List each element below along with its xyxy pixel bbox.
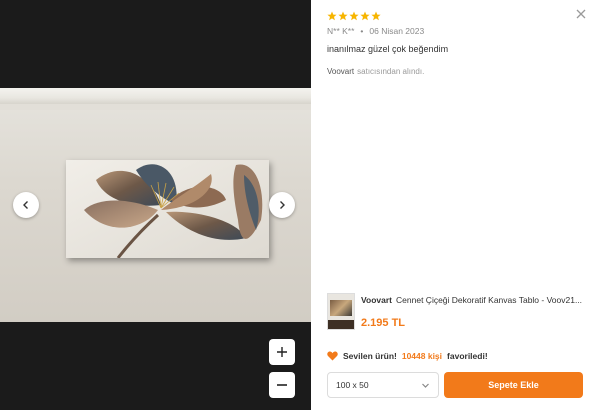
previous-image-button[interactable]: [13, 192, 39, 218]
ceiling-molding: [0, 88, 311, 104]
minus-icon: [277, 384, 287, 386]
product-brand: Voovart: [361, 295, 393, 305]
size-select[interactable]: 100 x 50: [327, 372, 439, 398]
chevron-down-icon: [422, 383, 429, 388]
product-thumbnail[interactable]: [327, 293, 355, 330]
chevron-left-icon: [23, 201, 28, 209]
size-selected-value: 100 x 50: [336, 380, 369, 390]
product-title: Cennet Çiçeği Dekoratif Kanvas Tablo - V…: [396, 295, 583, 305]
thumbnail-furniture: [328, 320, 354, 329]
star-icon: [360, 11, 370, 21]
rating-stars: [327, 11, 381, 21]
favorite-suffix: favoriledi!: [447, 351, 488, 361]
favorite-prefix: Sevilen ürün!: [343, 351, 397, 361]
star-icon: [349, 11, 359, 21]
review-panel: N** K** • 06 Nisan 2023 inanılmaz güzel …: [311, 0, 600, 410]
canvas-painting: [66, 160, 269, 258]
review-date: 06 Nisan 2023: [369, 26, 425, 36]
image-viewer: [0, 0, 311, 410]
molding-shadow: [0, 104, 311, 110]
seller-suffix: satıcısından alındı.: [357, 67, 425, 76]
star-icon: [327, 11, 337, 21]
review-photo: [0, 88, 311, 322]
next-image-button[interactable]: [269, 192, 295, 218]
zoom-out-button[interactable]: [269, 372, 295, 398]
chevron-right-icon: [280, 201, 285, 209]
zoom-in-button[interactable]: [269, 339, 295, 365]
review-author: N** K**: [327, 26, 355, 36]
product-price: 2.195 TL: [361, 317, 406, 329]
close-icon[interactable]: [574, 7, 588, 21]
product-title-line[interactable]: Voovart Cennet Çiçeği Dekoratif Kanvas Ta…: [361, 295, 597, 305]
thumbnail-art: [330, 300, 352, 316]
seller-name[interactable]: Voovart: [327, 67, 354, 76]
plus-icon: [277, 347, 287, 357]
seller-note: Voovart satıcısından alındı.: [327, 67, 424, 76]
add-to-cart-button[interactable]: Sepete Ekle: [444, 372, 583, 398]
review-text: inanılmaz güzel çok beğendim: [327, 44, 449, 54]
meta-separator: •: [360, 26, 364, 36]
favorite-count: 10448 kişi: [401, 351, 443, 361]
heart-icon: [327, 351, 338, 361]
star-icon: [371, 11, 381, 21]
star-icon: [338, 11, 348, 21]
favorite-banner: Sevilen ürün! 10448 kişi favoriledi!: [327, 351, 488, 361]
product-card[interactable]: Voovart Cennet Çiçeği Dekoratif Kanvas Ta…: [327, 293, 597, 333]
review-meta: N** K** • 06 Nisan 2023: [327, 26, 424, 36]
product-info: Voovart Cennet Çiçeği Dekoratif Kanvas Ta…: [361, 293, 597, 333]
